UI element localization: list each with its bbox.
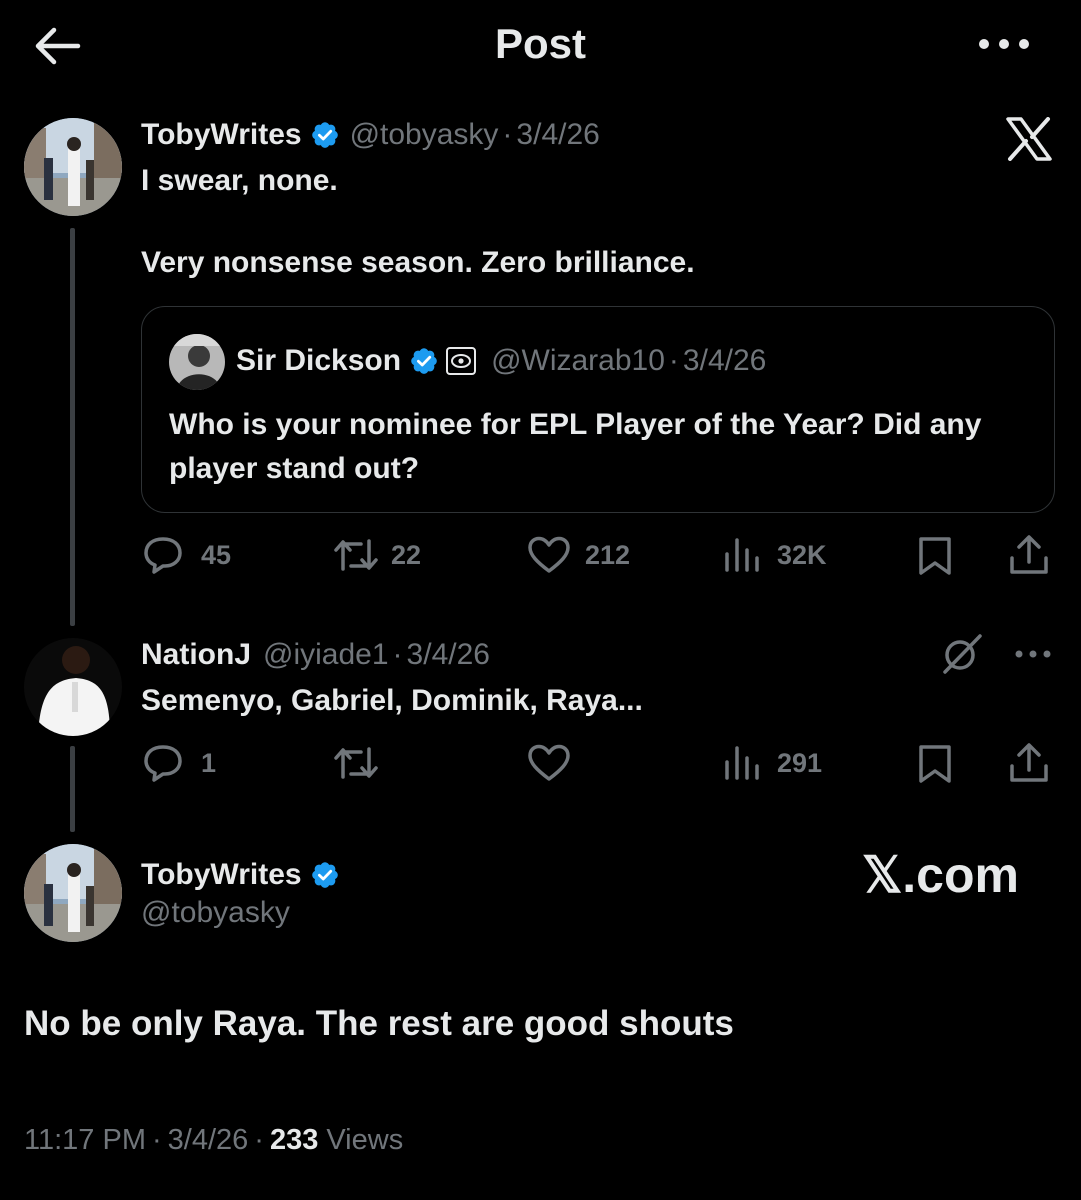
repost-icon	[333, 744, 379, 782]
action-bar: 45 22 212 32K	[141, 532, 1055, 578]
post-header: TobyWrites	[141, 856, 340, 894]
share-icon[interactable]	[1007, 534, 1051, 576]
grok-icon[interactable]	[940, 632, 984, 676]
post-date[interactable]: 3/4/26	[407, 638, 490, 672]
reply-count: 1	[201, 747, 217, 778]
more-icon[interactable]	[974, 34, 1034, 54]
more-icon[interactable]	[1013, 648, 1053, 660]
verified-badge-icon	[310, 120, 340, 150]
verified-badge-icon	[409, 346, 439, 376]
like-icon	[527, 744, 571, 782]
views-count: 291	[777, 747, 823, 778]
post-header: TobyWrites @tobyasky · 3/4/26	[141, 116, 600, 154]
like-button[interactable]	[527, 744, 571, 782]
display-name[interactable]: TobyWrites	[141, 118, 302, 152]
post-time: 11:17 PM	[24, 1124, 146, 1156]
views-count: 32K	[777, 539, 827, 570]
like-icon	[527, 536, 571, 574]
action-bar: 1 291	[141, 740, 1055, 786]
thread-connector-line	[70, 228, 75, 626]
repost-count: 22	[391, 539, 422, 570]
repost-button[interactable]	[333, 744, 379, 782]
post-date[interactable]: 3/4/26	[683, 344, 766, 378]
views-count: 233	[269, 1124, 319, 1156]
reply-icon	[143, 744, 183, 782]
handle[interactable]: @Wizarab10	[491, 344, 665, 378]
views-button[interactable]: 32K	[723, 536, 827, 574]
post-text: Semenyo, Gabriel, Dominik, Raya...	[141, 684, 643, 717]
separator: ·	[254, 1124, 264, 1156]
avatar[interactable]	[24, 844, 122, 942]
x-com-watermark: 𝕏.com	[862, 847, 1019, 903]
separator: ·	[502, 118, 513, 151]
share-icon[interactable]	[1007, 742, 1051, 784]
quoted-post-text: Who is your nominee for EPL Player of th…	[169, 408, 982, 485]
thread-connector-line	[70, 746, 75, 832]
reply-button[interactable]: 1	[143, 744, 216, 782]
quoted-post-header: Sir Dickson @Wizarab10 · 3/4/26	[236, 343, 766, 379]
display-name[interactable]: NationJ	[141, 638, 251, 672]
repost-button[interactable]: 22	[333, 536, 421, 574]
x-logo-icon	[1006, 117, 1052, 161]
post-header: NationJ @iyiade1 · 3/4/26	[141, 636, 490, 674]
views-button[interactable]: 291	[723, 744, 822, 782]
avatar[interactable]	[169, 334, 225, 390]
handle[interactable]: @tobyasky	[141, 896, 290, 930]
views-label: Views	[326, 1124, 404, 1156]
reply-button[interactable]: 45	[143, 536, 231, 574]
views-icon	[723, 744, 763, 782]
separator: ·	[151, 1124, 162, 1156]
handle[interactable]: @tobyasky	[350, 118, 499, 152]
main-post-text: No be only Raya. The rest are good shout…	[24, 1004, 734, 1043]
reply-count: 45	[201, 539, 232, 570]
page-title: Post	[494, 20, 586, 67]
bookmark-icon[interactable]	[915, 744, 955, 784]
handle[interactable]: @iyiade1	[263, 638, 389, 672]
avatar[interactable]	[24, 638, 122, 736]
avatar[interactable]	[24, 118, 122, 216]
post-text-line: I swear, none.	[141, 164, 338, 197]
like-count: 212	[585, 539, 631, 570]
like-button[interactable]: 212	[527, 536, 630, 574]
separator: ·	[668, 344, 679, 377]
post-meta: 11:17 PM · 3/4/26 · 233 Views	[24, 1124, 403, 1157]
reply-icon	[143, 536, 183, 574]
post-date[interactable]: 3/4/26	[516, 118, 599, 152]
repost-icon	[333, 536, 379, 574]
display-name[interactable]: Sir Dickson	[236, 344, 401, 378]
bookmark-icon[interactable]	[915, 536, 955, 576]
separator: ·	[392, 638, 403, 671]
views-icon	[723, 536, 763, 574]
post-date: 3/4/26	[167, 1124, 249, 1156]
display-name[interactable]: TobyWrites	[141, 858, 302, 892]
affiliate-badge-icon	[445, 346, 477, 376]
quoted-post-card[interactable]: Sir Dickson @Wizarab10 · 3/4/26 Who is y…	[141, 306, 1055, 513]
post-text-line: Very nonsense season. Zero brilliance.	[141, 246, 695, 279]
verified-badge-icon	[310, 860, 340, 890]
